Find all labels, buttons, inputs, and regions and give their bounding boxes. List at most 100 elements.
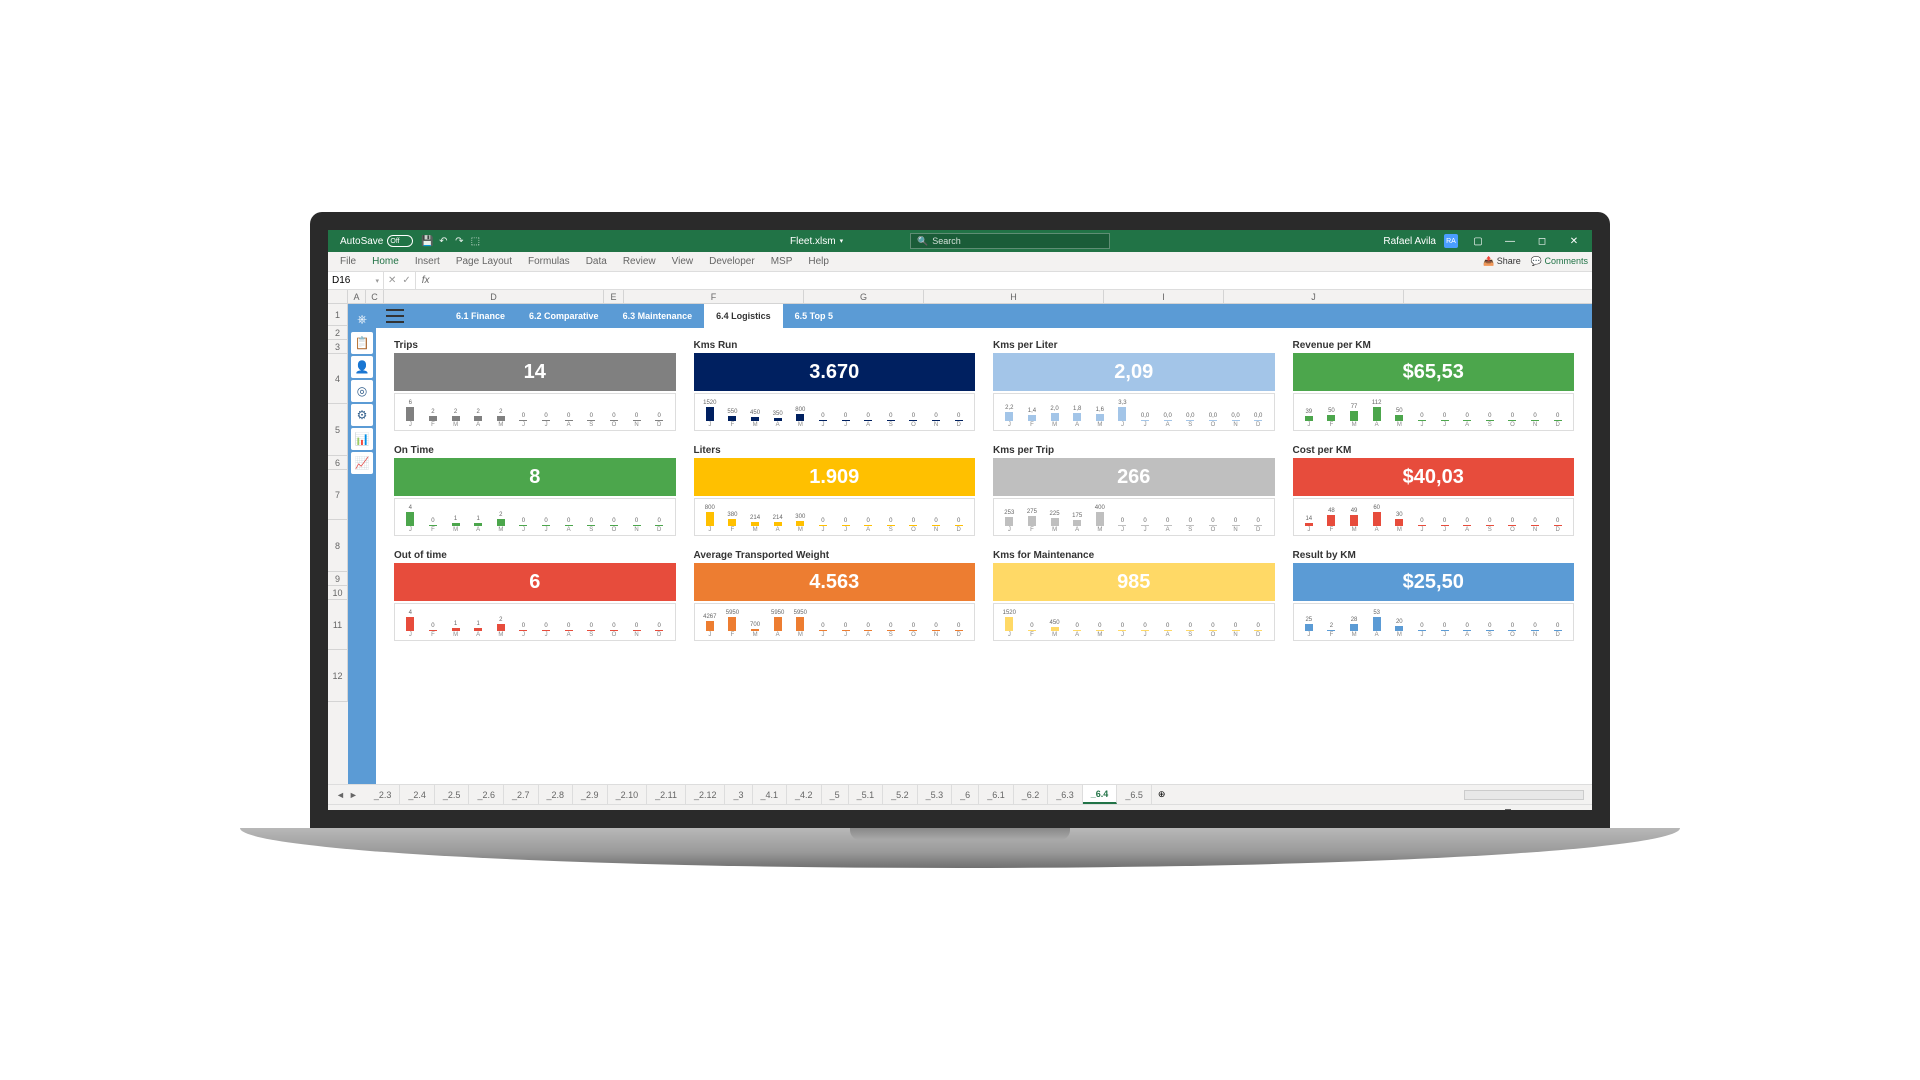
new-sheet-button[interactable]: ⊕ — [1152, 789, 1172, 800]
nav-gears-icon[interactable]: ⚙ — [351, 404, 373, 426]
ribbon-tab-data[interactable]: Data — [578, 256, 615, 267]
sheet-tab[interactable]: _2.8 — [539, 785, 574, 804]
sheet-tab[interactable]: _6.4 — [1083, 785, 1118, 804]
sheet-tab[interactable]: _6.1 — [979, 785, 1014, 804]
row-header[interactable]: 5 — [328, 404, 348, 456]
sheet-tab[interactable]: _2.4 — [400, 785, 435, 804]
search-input[interactable]: 🔍 Search — [910, 233, 1110, 249]
nav-clipboard-icon[interactable]: 📋 — [351, 332, 373, 354]
sheet-tab[interactable]: _2.11 — [647, 785, 686, 804]
row-header[interactable]: 7 — [328, 470, 348, 520]
sub-tab[interactable]: 6.1 Finance — [444, 304, 517, 328]
row-header[interactable]: 3 — [328, 340, 348, 354]
sheet-tab[interactable]: _2.12 — [686, 785, 726, 804]
avatar[interactable]: RA — [1444, 234, 1458, 248]
undo-icon[interactable]: ↶ — [435, 233, 451, 249]
sheet-tab[interactable]: _2.3 — [366, 785, 401, 804]
sheet-tab[interactable]: _6 — [952, 785, 979, 804]
save-icon[interactable]: 💾 — [419, 233, 435, 249]
ribbon-tab-home[interactable]: Home — [364, 256, 407, 267]
row-header[interactable]: 4 — [328, 354, 348, 404]
ribbon-tab-file[interactable]: File — [332, 256, 364, 267]
row-header[interactable]: 6 — [328, 456, 348, 470]
nav-user-icon[interactable]: 👤 — [351, 356, 373, 378]
enter-icon[interactable]: ✓ — [402, 275, 410, 286]
sheet-tab[interactable]: _2.9 — [573, 785, 608, 804]
close-button[interactable]: ✕ — [1562, 236, 1586, 247]
zoom-level[interactable]: 90% — [1566, 809, 1584, 811]
horizontal-scrollbar[interactable] — [1464, 790, 1584, 800]
share-button[interactable]: 📤 Share — [1483, 256, 1521, 267]
column-header[interactable]: E — [604, 290, 624, 303]
ribbon-tab-help[interactable]: Help — [800, 256, 837, 267]
sparkline-chart: 4267J5950F700M5950A5950M0J0J0A0S0O0N0D — [694, 603, 976, 641]
ribbon-tab-view[interactable]: View — [664, 256, 702, 267]
sheet-tab[interactable]: _6.5 — [1117, 785, 1152, 804]
autosave-toggle[interactable]: AutoSave Off — [334, 235, 419, 247]
sheet-tab[interactable]: _5.1 — [849, 785, 884, 804]
column-header[interactable]: F — [624, 290, 804, 303]
autosave-switch[interactable]: Off — [387, 235, 413, 247]
nav-report-icon[interactable]: 📈 — [351, 452, 373, 474]
sheet-prev-icon[interactable]: ◄ — [336, 790, 345, 800]
column-header[interactable]: J — [1224, 290, 1404, 303]
sub-tab[interactable]: 6.2 Comparative — [517, 304, 611, 328]
column-header[interactable]: H — [924, 290, 1104, 303]
view-break-icon[interactable]: ▭ — [1435, 808, 1444, 810]
sheet-tab[interactable]: _2.7 — [504, 785, 539, 804]
sheet-tab[interactable]: _4.1 — [753, 785, 788, 804]
ribbon-tab-review[interactable]: Review — [615, 256, 664, 267]
ribbon-tab-msp[interactable]: MSP — [763, 256, 801, 267]
sheet-tab[interactable]: _5 — [822, 785, 849, 804]
row-header[interactable]: 2 — [328, 326, 348, 340]
sheet-tab[interactable]: _6.3 — [1048, 785, 1083, 804]
row-header[interactable]: 11 — [328, 600, 348, 650]
row-header[interactable]: 12 — [328, 650, 348, 702]
ribbon-tab-insert[interactable]: Insert — [407, 256, 448, 267]
comments-button[interactable]: 💬 Comments — [1531, 256, 1588, 267]
row-header[interactable]: 8 — [328, 520, 348, 572]
cancel-icon[interactable]: ✕ — [388, 275, 396, 286]
filename[interactable]: Fleet.xlsm▾ — [790, 236, 843, 247]
column-header[interactable]: I — [1104, 290, 1224, 303]
sheet-tab[interactable]: _6.2 — [1014, 785, 1049, 804]
ribbon-mode-icon[interactable]: ▢ — [1466, 236, 1490, 247]
ribbon-tab-developer[interactable]: Developer — [701, 256, 763, 267]
column-header[interactable]: G — [804, 290, 924, 303]
view-normal-icon[interactable]: ▦ — [1402, 808, 1411, 810]
sparkline-chart: 1520J0F450M0A0M0J0J0A0S0O0N0D — [993, 603, 1275, 641]
sub-tab[interactable]: 6.4 Logistics — [704, 304, 783, 328]
minimize-button[interactable]: — — [1498, 236, 1522, 247]
maximize-button[interactable]: ◻ — [1530, 236, 1554, 247]
sheet-tab[interactable]: _5.2 — [883, 785, 918, 804]
user-name[interactable]: Rafael Avila — [1383, 236, 1436, 247]
sheet-tab[interactable]: _2.6 — [469, 785, 504, 804]
sheet-next-icon[interactable]: ► — [349, 790, 358, 800]
column-header[interactable]: C — [366, 290, 384, 303]
column-header[interactable]: A — [348, 290, 366, 303]
sub-tab[interactable]: 6.5 Top 5 — [783, 304, 845, 328]
kpi-value: 8 — [394, 458, 676, 496]
redo-icon[interactable]: ↷ — [451, 233, 467, 249]
sheet-tab[interactable]: _5.3 — [918, 785, 953, 804]
ribbon-tab-page-layout[interactable]: Page Layout — [448, 256, 520, 267]
hamburger-icon[interactable] — [386, 309, 404, 323]
zoom-in-button[interactable]: + — [1553, 809, 1558, 811]
column-header[interactable]: D — [384, 290, 604, 303]
nav-target-icon[interactable]: ◎ — [351, 380, 373, 402]
sheet-tab[interactable]: _4.2 — [787, 785, 822, 804]
zoom-out-button[interactable]: − — [1451, 809, 1456, 811]
sub-tab[interactable]: 6.3 Maintenance — [611, 304, 705, 328]
nav-chart-icon[interactable]: 📊 — [351, 428, 373, 450]
view-layout-icon[interactable]: ▤ — [1418, 808, 1427, 810]
row-header[interactable]: 10 — [328, 586, 348, 600]
name-box[interactable]: D16▾ — [328, 272, 384, 289]
sheet-tab[interactable]: _3 — [725, 785, 752, 804]
touch-mode-icon[interactable]: ⬚ — [467, 233, 483, 249]
row-header[interactable]: 1 — [328, 304, 348, 326]
sheet-tab[interactable]: _2.5 — [435, 785, 470, 804]
row-header[interactable]: 9 — [328, 572, 348, 586]
ribbon-tab-formulas[interactable]: Formulas — [520, 256, 578, 267]
fx-label[interactable]: fx — [416, 275, 436, 286]
sheet-tab[interactable]: _2.10 — [608, 785, 648, 804]
